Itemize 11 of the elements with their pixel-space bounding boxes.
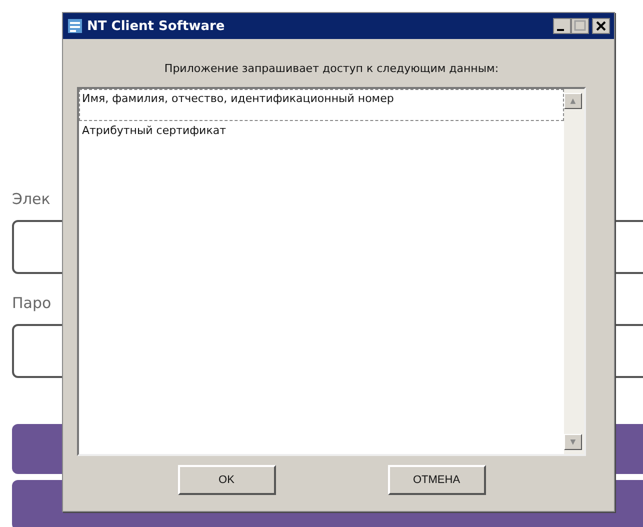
window-icon <box>67 18 83 34</box>
field-label: Элек <box>12 190 50 210</box>
list-item[interactable]: Имя, фамилия, отчество, идентификационный номер <box>79 89 564 121</box>
close-icon[interactable] <box>592 18 610 34</box>
list-item[interactable]: Атрибутный сертификат <box>79 121 564 140</box>
dialog-button[interactable]: OK <box>178 465 276 495</box>
field-label: Паро <box>12 294 52 314</box>
dialog-message: Приложение запрашивает доступ к следующим данным: <box>164 62 499 75</box>
minimize-icon[interactable] <box>553 18 571 34</box>
dialog-button[interactable]: ОТМЕНА <box>388 465 486 495</box>
window-title: NT Client Software <box>87 18 226 34</box>
